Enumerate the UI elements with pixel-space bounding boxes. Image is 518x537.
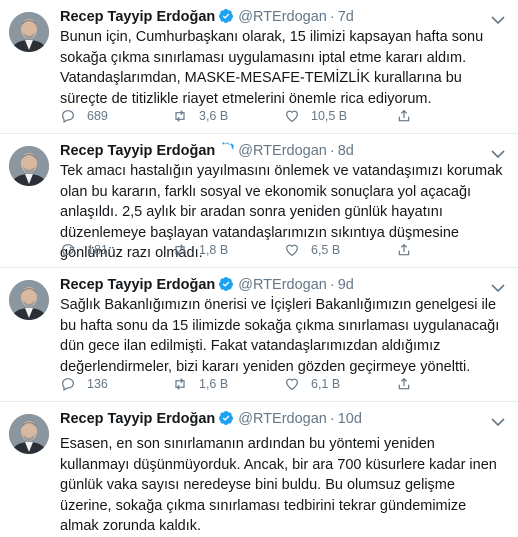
- retweet-count: 1,6 B: [199, 377, 229, 391]
- heart-icon: [286, 378, 298, 391]
- tweet-time[interactable]: 10d: [338, 411, 362, 427]
- separator-dot: ·: [329, 277, 335, 293]
- heart-icon: [286, 110, 298, 123]
- tweet[interactable]: Recep Tayyip Erdoğan @RTErdogan · 10d Esase…: [0, 402, 518, 534]
- verified-badge-icon: [218, 142, 235, 158]
- author-name[interactable]: Recep Tayyip Erdoğan: [60, 411, 215, 427]
- tweet-text: Esasen, en son sınırlamanın ardından bu …: [60, 436, 497, 534]
- tweet[interactable]: Recep Tayyip Erdoğan @RTErdogan · 8d Tek am…: [0, 134, 518, 268]
- separator-dot: ·: [329, 143, 335, 159]
- tweet-actions: 181 1,8 B 6,5 B: [60, 240, 500, 260]
- author-handle[interactable]: @RTErdogan: [238, 411, 327, 427]
- heart-icon: [286, 244, 298, 257]
- verified-badge-icon: [218, 410, 234, 426]
- author-handle[interactable]: @RTErdogan: [238, 143, 327, 159]
- avatar[interactable]: [9, 414, 49, 454]
- tweet[interactable]: Recep Tayyip Erdoğan @RTErdogan · 7d Bunun …: [0, 0, 518, 134]
- tweet-time[interactable]: 7d: [338, 9, 354, 25]
- share-icon: [398, 377, 410, 390]
- retweet-icon: [175, 244, 185, 256]
- tweet-text: Sağlık Bakanlığımızın önerisi ve İçişler…: [60, 297, 500, 375]
- retweet-icon: [175, 110, 185, 122]
- like-count: 6,1 B: [311, 377, 341, 391]
- avatar[interactable]: [9, 146, 49, 186]
- reply-icon: [62, 378, 74, 392]
- share-button[interactable]: [396, 374, 423, 394]
- chevron-down-icon[interactable]: [490, 280, 506, 293]
- author-name[interactable]: Recep Tayyip Erdoğan: [60, 143, 215, 159]
- like-count: 10,5 B: [311, 109, 348, 123]
- separator-dot: ·: [329, 411, 335, 427]
- tweet[interactable]: Recep Tayyip Erdoğan @RTErdogan · 9d Sağlık…: [0, 268, 518, 402]
- chevron-down-icon[interactable]: [490, 414, 506, 427]
- share-button[interactable]: [396, 240, 423, 260]
- reply-count: 689: [87, 109, 108, 123]
- like-button[interactable]: 6,1 B: [284, 374, 340, 394]
- reply-button[interactable]: 136: [60, 374, 108, 394]
- retweet-button[interactable]: 1,6 B: [172, 374, 228, 394]
- retweet-count: 3,6 B: [199, 109, 229, 123]
- tweet-actions: 136 1,6 B 6,1 B: [60, 374, 500, 394]
- reply-count: 181: [87, 243, 108, 257]
- reply-button[interactable]: 181: [60, 240, 108, 260]
- share-icon: [398, 243, 410, 256]
- retweet-icon: [175, 378, 185, 390]
- retweet-count: 1,8 B: [199, 243, 229, 257]
- share-button[interactable]: [396, 106, 423, 126]
- verified-badge-icon: [218, 8, 234, 24]
- tweet-feed: Recep Tayyip Erdoğan @RTErdogan · 7d Bunun …: [0, 0, 518, 534]
- tweet-time[interactable]: 8d: [338, 143, 354, 159]
- author-name[interactable]: Recep Tayyip Erdoğan: [60, 277, 215, 293]
- separator-dot: ·: [329, 9, 335, 25]
- avatar[interactable]: [9, 12, 49, 52]
- reply-button[interactable]: 689: [60, 106, 108, 126]
- avatar[interactable]: [9, 280, 49, 320]
- retweet-button[interactable]: 1,8 B: [172, 240, 228, 260]
- like-button[interactable]: 6,5 B: [284, 240, 340, 260]
- chevron-down-icon[interactable]: [490, 146, 506, 159]
- retweet-button[interactable]: 3,6 B: [172, 106, 228, 126]
- chevron-down-icon[interactable]: [490, 12, 506, 25]
- tweet-time[interactable]: 9d: [338, 277, 354, 293]
- reply-count: 136: [87, 377, 108, 391]
- author-handle[interactable]: @RTErdogan: [238, 277, 327, 293]
- reply-icon: [62, 244, 74, 258]
- author-handle[interactable]: @RTErdogan: [238, 9, 327, 25]
- like-count: 6,5 B: [311, 243, 341, 257]
- reply-icon: [62, 110, 74, 124]
- share-icon: [398, 109, 410, 122]
- tweet-text: Bunun için, Cumhurbaşkanı olarak, 15 ili…: [60, 29, 484, 107]
- tweet-actions: 689 3,6 B 10,5 B: [60, 106, 500, 126]
- verified-badge-icon: [218, 276, 234, 292]
- author-name[interactable]: Recep Tayyip Erdoğan: [60, 9, 215, 25]
- like-button[interactable]: 10,5 B: [284, 106, 347, 126]
